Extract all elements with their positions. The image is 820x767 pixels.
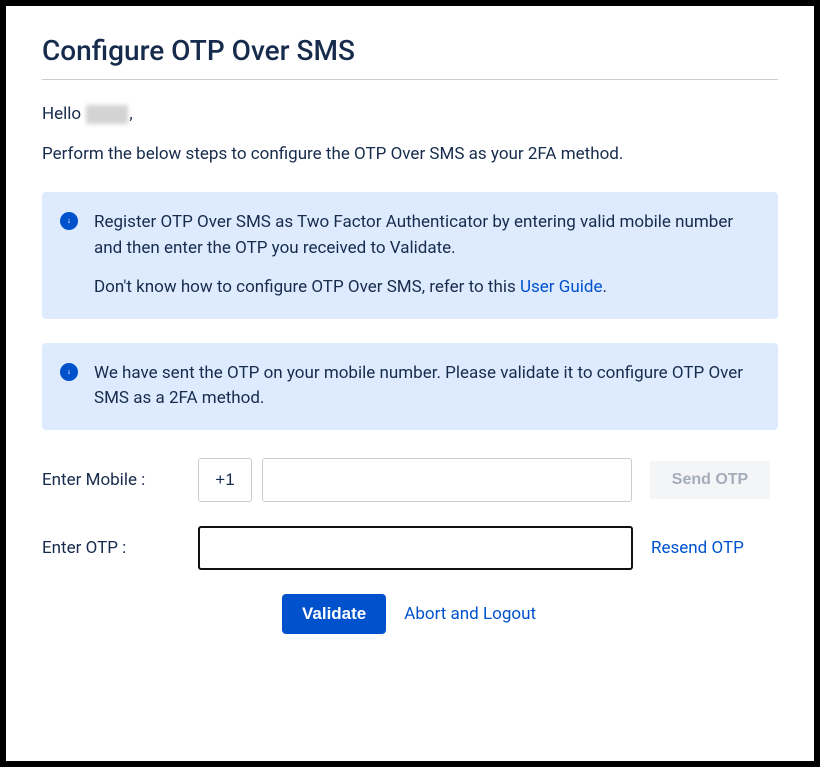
info-alert-register: Register OTP Over SMS as Two Factor Auth… [42,192,778,319]
info-icon [60,212,78,230]
greeting-line: Hello , [42,104,778,124]
user-guide-link[interactable]: User Guide [520,277,602,297]
alert2-text: We have sent the OTP on your mobile numb… [94,361,758,412]
info-icon [60,363,78,381]
page-title: Configure OTP Over SMS [42,34,778,67]
alert1-p2-suffix: . [602,277,606,297]
form-section: Enter Mobile : Send OTP Enter OTP : Rese… [42,458,778,634]
configure-otp-panel: Configure OTP Over SMS Hello , Perform t… [6,6,814,761]
greeting-suffix: , [129,104,132,124]
send-otp-button[interactable]: Send OTP [650,461,770,499]
mobile-input[interactable] [262,458,632,502]
alert1-paragraph2: Don't know how to configure OTP Over SMS… [94,275,758,301]
alert-content: Register OTP Over SMS as Two Factor Auth… [94,210,758,301]
greeting-prefix: Hello [42,104,85,124]
otp-label: Enter OTP : [42,538,198,558]
otp-input[interactable] [198,526,633,570]
user-name-placeholder [86,105,128,124]
info-alert-sent: We have sent the OTP on your mobile numb… [42,343,778,430]
alert1-paragraph1: Register OTP Over SMS as Two Factor Auth… [94,210,758,261]
alert-content: We have sent the OTP on your mobile numb… [94,361,758,412]
action-row: Validate Abort and Logout [282,594,778,634]
instruction-text: Perform the below steps to configure the… [42,144,778,164]
resend-otp-link[interactable]: Resend OTP [651,538,771,558]
otp-row: Enter OTP : Resend OTP [42,526,778,570]
country-code-input[interactable] [198,458,252,502]
title-divider [42,79,778,80]
alert1-p2-prefix: Don't know how to configure OTP Over SMS… [94,277,520,297]
mobile-label: Enter Mobile : [42,470,198,490]
mobile-row: Enter Mobile : Send OTP [42,458,778,502]
abort-logout-link[interactable]: Abort and Logout [404,604,536,624]
validate-button[interactable]: Validate [282,594,386,634]
